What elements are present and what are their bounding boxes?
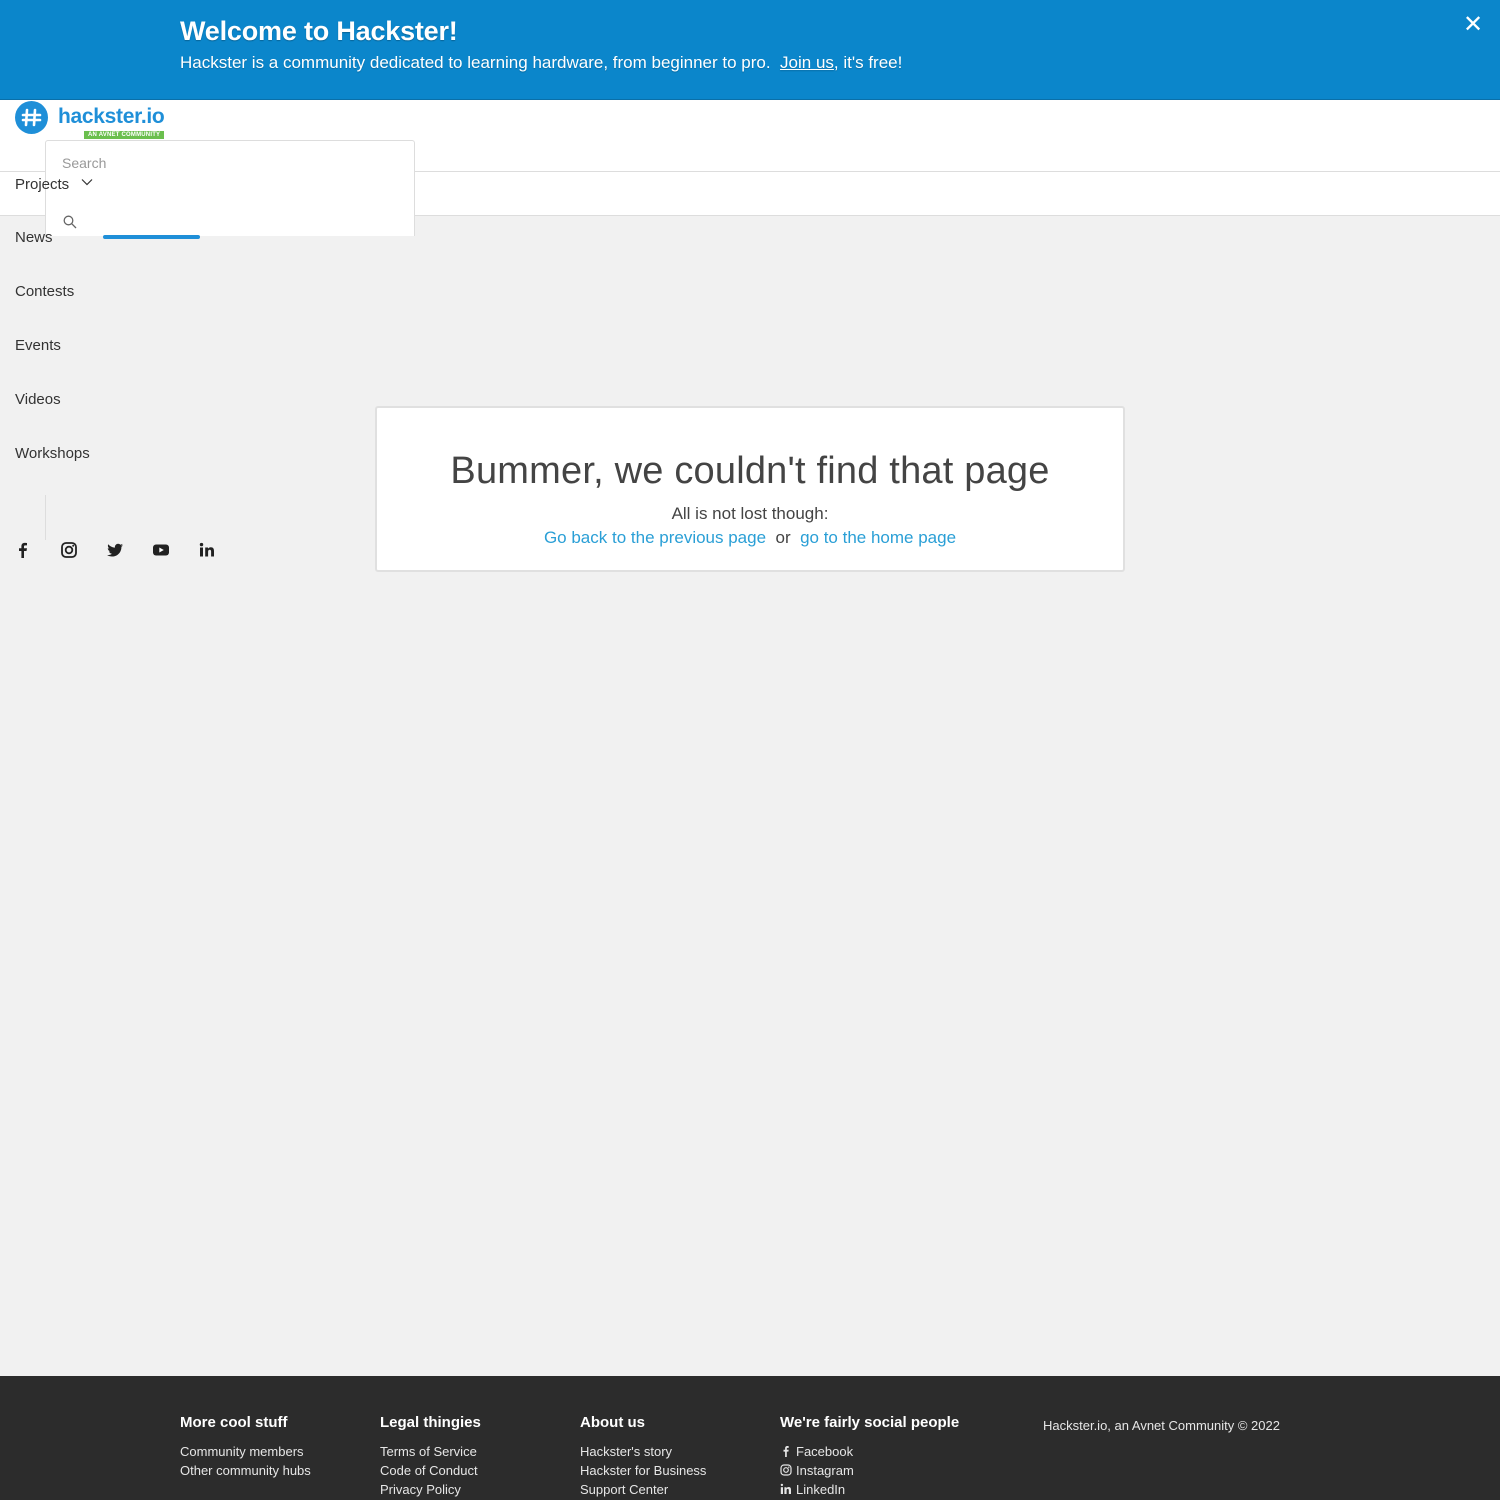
footer-heading: About us bbox=[580, 1414, 645, 1431]
footer-link-facebook[interactable]: Facebook bbox=[780, 1442, 959, 1461]
footer-link[interactable]: Hackster's story bbox=[580, 1442, 706, 1461]
footer-link[interactable]: Code of Conduct bbox=[380, 1461, 481, 1480]
join-us-link[interactable]: Join us bbox=[780, 53, 834, 72]
back-link[interactable]: Go back to the previous page bbox=[544, 528, 766, 547]
footer-heading: Legal thingies bbox=[380, 1414, 481, 1431]
nav-item-news[interactable]: News bbox=[15, 229, 53, 246]
footer-column-social: We're fairly social people Facebook Inst… bbox=[780, 1414, 959, 1499]
logo[interactable]: hackster.io AN AVNET COMMUNITY bbox=[15, 101, 175, 141]
footer-heading: More cool stuff bbox=[180, 1414, 288, 1431]
nav-item-videos[interactable]: Videos bbox=[15, 391, 61, 408]
footer-link[interactable]: Support Center bbox=[580, 1480, 706, 1499]
twitter-icon[interactable] bbox=[105, 540, 125, 560]
footer-heading: We're fairly social people bbox=[780, 1414, 960, 1431]
linkedin-icon[interactable] bbox=[197, 540, 217, 560]
logo-text: hackster.io bbox=[58, 105, 165, 128]
error-title: Bummer, we couldn't find that page bbox=[450, 450, 1050, 492]
youtube-icon[interactable] bbox=[151, 540, 171, 560]
error-card: Bummer, we couldn't find that page All i… bbox=[375, 406, 1125, 572]
search-box bbox=[45, 140, 415, 236]
banner-description: Hackster is a community dedicated to lea… bbox=[180, 53, 771, 72]
nav-item-projects[interactable]: Projects bbox=[15, 175, 93, 193]
footer-link-label: Instagram bbox=[796, 1463, 854, 1478]
nav-item-contests[interactable]: Contests bbox=[15, 283, 74, 300]
nav-item-workshops[interactable]: Workshops bbox=[15, 445, 90, 462]
nav-item-label: Projects bbox=[15, 176, 70, 193]
footer-link-instagram[interactable]: Instagram bbox=[780, 1461, 959, 1480]
instagram-icon bbox=[780, 1462, 792, 1476]
search-icon[interactable] bbox=[63, 215, 77, 229]
footer-column-legal: Legal thingies Terms of Service Code of … bbox=[380, 1414, 481, 1499]
banner-suffix: , it's free! bbox=[833, 53, 903, 72]
logo-tagline: AN AVNET COMMUNITY bbox=[84, 131, 165, 139]
copyright: Hackster.io, an Avnet Community © 2022 bbox=[1043, 1418, 1280, 1433]
facebook-icon bbox=[780, 1443, 792, 1457]
instagram-icon[interactable] bbox=[59, 540, 79, 560]
hackster-logo-icon bbox=[15, 101, 48, 134]
close-icon[interactable]: ✕ bbox=[1459, 11, 1487, 39]
footer-link-label: LinkedIn bbox=[796, 1482, 846, 1497]
footer-link-linkedin[interactable]: LinkedIn bbox=[780, 1480, 959, 1499]
facebook-icon[interactable] bbox=[13, 540, 33, 560]
welcome-banner: Welcome to Hackster! Hackster is a commu… bbox=[0, 0, 1500, 100]
nav-item-events[interactable]: Events bbox=[15, 337, 61, 354]
footer-link[interactable]: Hackster for Business bbox=[580, 1461, 706, 1480]
divider bbox=[45, 495, 46, 540]
banner-text: Hackster is a community dedicated to lea… bbox=[180, 53, 902, 73]
search-input[interactable] bbox=[62, 153, 392, 173]
footer-link[interactable]: Other community hubs bbox=[180, 1461, 311, 1480]
footer-column-more: More cool stuff Community members Other … bbox=[180, 1414, 311, 1480]
footer-column-about: About us Hackster's story Hackster for B… bbox=[580, 1414, 706, 1499]
linkedin-icon bbox=[780, 1481, 792, 1494]
footer-link[interactable]: Privacy Policy bbox=[380, 1480, 481, 1499]
footer-link[interactable]: Community members bbox=[180, 1442, 311, 1461]
banner-title: Welcome to Hackster! bbox=[180, 16, 458, 46]
footer-link[interactable]: Terms of Service bbox=[380, 1442, 481, 1461]
error-links: Go back to the previous page or go to th… bbox=[377, 528, 1123, 548]
or-text: or bbox=[775, 528, 791, 547]
chevron-down-icon bbox=[81, 175, 93, 187]
footer-link-label: Facebook bbox=[796, 1444, 854, 1459]
home-link[interactable]: go to the home page bbox=[800, 528, 956, 547]
search-progress-bar bbox=[103, 235, 200, 239]
error-subtitle: All is not lost though: bbox=[671, 504, 829, 523]
